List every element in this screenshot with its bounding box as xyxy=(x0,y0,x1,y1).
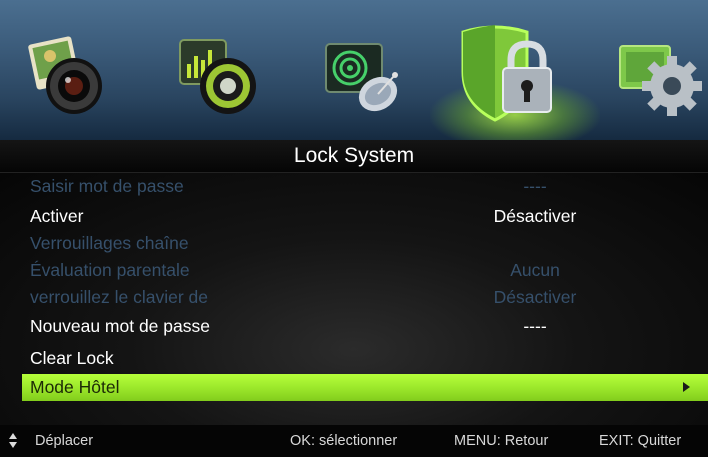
menu-item-value: ---- xyxy=(523,316,547,336)
menu-item-value: Désactiver xyxy=(493,206,577,226)
lock-shield-icon[interactable] xyxy=(455,22,565,131)
menu-item-value: Aucun xyxy=(510,260,560,280)
menu-item-label: Évaluation parentale xyxy=(30,260,190,280)
hint-move: Déplacer xyxy=(35,433,94,449)
music-speaker-icon[interactable] xyxy=(178,34,262,121)
menu-item-hotel-mode[interactable]: Mode Hôtel xyxy=(22,374,708,401)
menu-item-label: verrouillez le clavier de xyxy=(30,287,208,307)
picture-camera-icon[interactable] xyxy=(28,36,108,123)
up-down-arrows-icon xyxy=(9,433,17,448)
hint-ok-select: OK: sélectionner xyxy=(290,433,398,449)
menu-item-parental-rating[interactable]: Évaluation parentale Aucun xyxy=(0,257,708,284)
menu-item-label: Nouveau mot de passe xyxy=(30,316,210,336)
menu-item-label: Clear Lock xyxy=(30,348,114,368)
menu-item-enter-password[interactable]: Saisir mot de passe ---- xyxy=(0,173,708,200)
hint-exit: EXIT: Quitter xyxy=(599,433,682,449)
menu-item-label: Mode Hôtel xyxy=(30,377,120,397)
menu-item-channel-locks[interactable]: Verrouillages chaîne xyxy=(0,230,708,257)
key-hints-bar: Déplacer OK: sélectionner MENU: Retour E… xyxy=(0,425,708,457)
hint-menu-back: MENU: Retour xyxy=(454,433,549,449)
settings-gear-icon[interactable] xyxy=(616,40,708,123)
satellite-dish-icon[interactable] xyxy=(322,40,406,123)
menu-item-new-password[interactable]: Nouveau mot de passe ---- xyxy=(0,313,708,340)
menu-item-keypad-lock[interactable]: verrouillez le clavier de Désactiver xyxy=(0,284,708,311)
menu-item-label: Verrouillages chaîne xyxy=(30,233,189,253)
menu-item-value: Désactiver xyxy=(493,287,577,307)
menu-item-activate[interactable]: Activer Désactiver xyxy=(0,203,708,230)
chevron-right-icon xyxy=(683,382,690,392)
menu-item-label: Activer xyxy=(30,206,84,226)
menu-item-value: ---- xyxy=(523,176,547,196)
lock-system-menu: Saisir mot de passe ---- Activer Désacti… xyxy=(0,173,708,425)
category-icon-bar xyxy=(0,0,708,140)
menu-item-clear-lock[interactable]: Clear Lock xyxy=(0,345,708,372)
menu-item-label: Saisir mot de passe xyxy=(30,176,184,196)
page-title: Lock System xyxy=(0,140,708,173)
